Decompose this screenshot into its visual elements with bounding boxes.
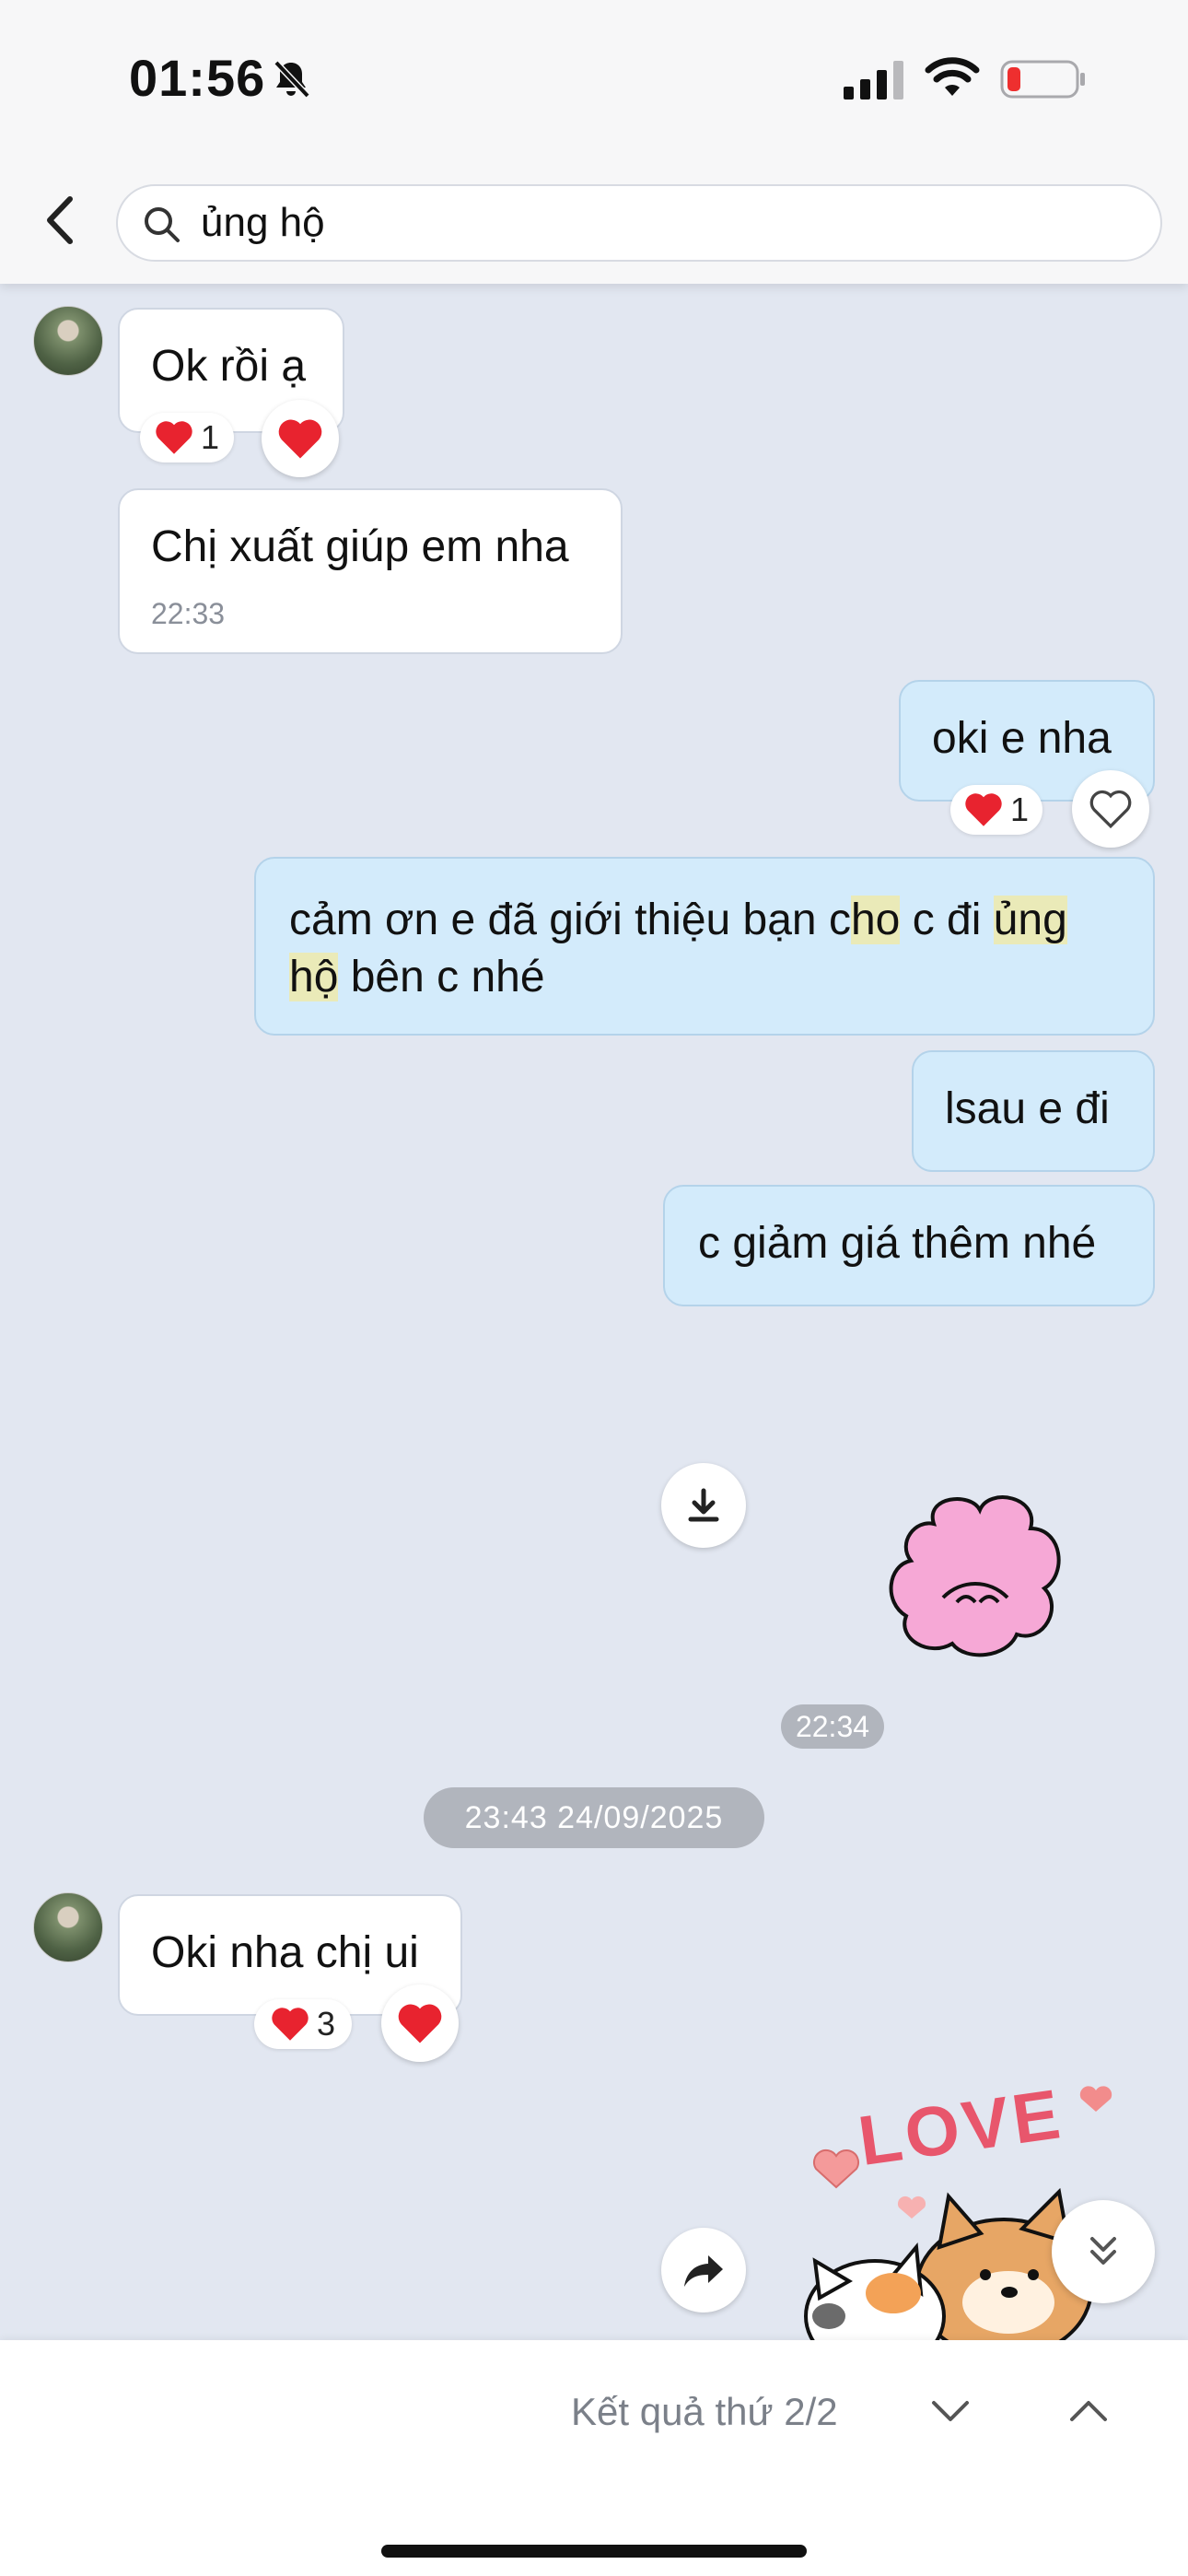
message-text: Chị xuất giúp em nha [151, 522, 569, 571]
forward-button[interactable] [661, 2228, 746, 2313]
search-highlight: hộ [289, 953, 339, 1001]
message-bubble-outgoing[interactable]: c giảm giá thêm nhé [663, 1185, 1155, 1306]
back-arrow-icon[interactable] [41, 193, 81, 247]
forward-arrow-icon [684, 2255, 723, 2287]
message-text: c giảm giá thêm nhé [698, 1219, 1097, 1268]
text-segment: c đi [900, 896, 994, 944]
search-highlight: ủng [993, 896, 1067, 944]
date-separator: 23:43 24/09/2025 [424, 1787, 764, 1848]
react-heart-button[interactable] [1072, 770, 1149, 848]
battery-low-icon [1000, 60, 1085, 99]
next-result-chevron-down-icon[interactable] [928, 2394, 973, 2430]
heart-icon [398, 2004, 442, 2043]
reaction-count-number: 1 [200, 418, 220, 456]
heart-icon [278, 419, 322, 458]
heart-icon [156, 421, 192, 454]
search-result-counter: Kết quả thứ 2/2 [571, 2390, 838, 2433]
message-bubble-outgoing[interactable]: lsau e đi [912, 1050, 1155, 1172]
sticker-pink-character[interactable] [879, 1487, 1072, 1671]
heart-icon [965, 793, 1002, 826]
message-text: lsau e đi [945, 1084, 1110, 1133]
contact-avatar[interactable] [33, 1892, 103, 1962]
download-icon [688, 1488, 719, 1522]
search-icon [145, 207, 180, 242]
bell-muted-icon [274, 60, 310, 99]
message-time: 22:33 [151, 597, 226, 630]
chat-header: 01:56 ủng hộ [0, 0, 1188, 284]
cellular-signal-icon [844, 61, 903, 100]
status-time: 01:56 [129, 49, 266, 107]
message-bubble-incoming[interactable]: Chị xuất giúp em nha 22:33 [118, 488, 623, 654]
scroll-to-bottom-button[interactable] [1052, 2200, 1155, 2303]
reaction-count[interactable]: 1 [950, 785, 1042, 835]
search-highlight: ho [850, 896, 901, 944]
double-chevron-down-icon [1090, 2237, 1116, 2265]
message-bubble-outgoing[interactable]: cảm ơn e đã giới thiệu bạn cho c đi ủng h… [254, 857, 1155, 1036]
search-input[interactable]: ủng hộ [116, 184, 1162, 262]
message-text: Ok rồi ạ [151, 342, 307, 391]
heart-outline-icon [1089, 790, 1132, 829]
search-results-bar: Kết quả thứ 2/2 [0, 2340, 1188, 2576]
react-heart-button[interactable] [262, 400, 339, 477]
text-segment: cảm ơn e đã giới thiệu bạn c [289, 896, 851, 944]
search-query[interactable]: ủng hộ [201, 200, 325, 246]
text-segment: bên c nhé [338, 953, 545, 1001]
previous-result-chevron-up-icon[interactable] [1066, 2392, 1111, 2429]
home-indicator[interactable] [381, 2545, 807, 2558]
contact-avatar[interactable] [33, 306, 103, 376]
react-heart-button[interactable] [381, 1985, 459, 2062]
download-button[interactable] [661, 1463, 746, 1548]
message-text: cảm ơn e đã giới thiệu bạn cho c đi ủng h… [289, 892, 1067, 1006]
sticker-time: 22:34 [781, 1704, 884, 1749]
wifi-icon [925, 57, 980, 96]
reaction-count[interactable]: 1 [140, 413, 234, 463]
heart-icon [272, 2008, 309, 2041]
heart-icon [1079, 2086, 1112, 2112]
message-text: oki e nha [932, 714, 1112, 763]
reaction-count[interactable]: 3 [254, 1999, 352, 2049]
message-text: Oki nha chị ui [151, 1928, 419, 1977]
reaction-count-number: 3 [316, 2005, 336, 2043]
reaction-count-number: 1 [1009, 790, 1030, 828]
